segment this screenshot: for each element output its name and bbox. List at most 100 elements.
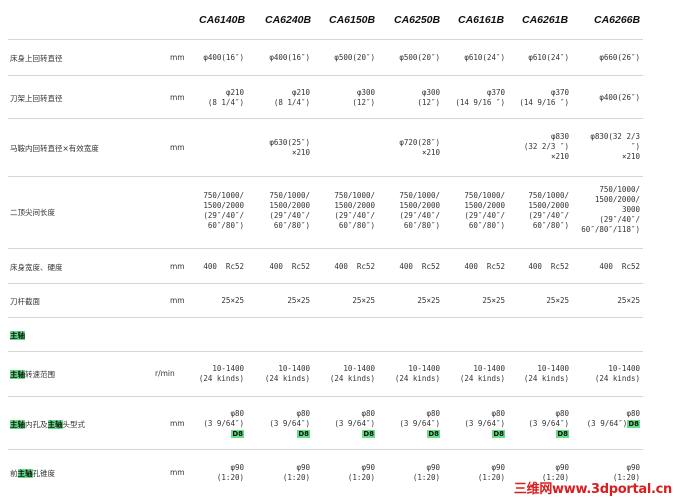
table-cell: φ370 (14 9/16 ″): [455, 88, 505, 107]
table-cell: φ610(24″): [528, 53, 569, 62]
keyword-highlight: 主轴: [10, 420, 25, 429]
label-text: 前: [10, 469, 18, 478]
table-cell: 10-1400 (24 kinds): [264, 364, 310, 383]
keyword-highlight: 主轴: [47, 420, 63, 429]
table-cell: φ210 (8 1/4″): [207, 88, 244, 107]
table-cell: 25×25: [482, 296, 505, 305]
keyword-highlight: 主轴: [17, 469, 33, 478]
table-cell: φ400(16″): [269, 53, 310, 62]
table-cell: φ80 (3 9/64″) D8: [376, 409, 440, 439]
cell-value: φ80 (3 9/64″): [269, 409, 310, 428]
row-divider: [8, 317, 643, 318]
table-cell: φ90 (1:20): [282, 463, 310, 482]
row-divider: [8, 75, 643, 76]
table-cell: 10-1400 (24 kinds): [523, 364, 569, 383]
row-divider: [8, 449, 643, 450]
table-cell: φ720(28″) ×210: [399, 138, 440, 157]
row-label: 刀架上回转直径: [10, 94, 63, 103]
table-cell: 400 Rc52: [269, 262, 310, 271]
table-cell: φ80 (3 9/64″) D8: [180, 409, 244, 439]
section-title-text: 主轴: [10, 331, 25, 340]
table-cell: φ90 (1:20): [347, 463, 375, 482]
cell-value: φ80 (3 9/64″): [203, 409, 244, 428]
keyword-highlight: 主轴: [10, 370, 25, 379]
label-text: 转速范围: [25, 370, 55, 379]
table-cell: 25×25: [546, 296, 569, 305]
table-cell: φ300 (12″): [352, 88, 375, 107]
table-cell: 750/1000/ 1500/2000 (29″/40″/ 60″/80″): [464, 191, 505, 230]
label-text: 内孔及: [25, 420, 48, 429]
row-divider: [8, 396, 643, 397]
table-cell: 25×25: [221, 296, 244, 305]
table-cell: 25×25: [287, 296, 310, 305]
table-cell: 400 Rc52: [334, 262, 375, 271]
table-cell: 25×25: [417, 296, 440, 305]
table-cell: φ370 (14 9/16 ″): [519, 88, 569, 107]
site-watermark: 三维网www.3dportal.cn: [513, 482, 672, 497]
row-unit: r/min: [155, 369, 175, 378]
table-cell: 750/1000/ 1500/2000/ 3000 (29″/40″/ 60″/…: [581, 185, 640, 234]
section-title: 主轴: [10, 330, 25, 341]
code-badge: D8: [362, 430, 375, 438]
row-label: 刀杆截面: [10, 297, 40, 306]
model-header: CA6140B: [199, 14, 246, 26]
table-cell: 400 Rc52: [203, 262, 244, 271]
row-label: 前主轴孔锥度: [10, 468, 55, 479]
code-badge: D8: [427, 430, 440, 438]
cell-value: φ80 (3 9/64″): [334, 409, 375, 428]
table-cell: φ80 (3 9/64″) D8: [246, 409, 310, 439]
code-badge: D8: [492, 430, 505, 438]
table-cell: 400 Rc52: [464, 262, 505, 271]
row-label: 床身上回转直径: [10, 54, 63, 63]
table-cell: φ500(20″): [399, 53, 440, 62]
model-header: CA6150B: [329, 14, 376, 26]
cell-value: φ80 (3 9/64″): [464, 409, 505, 428]
table-cell: 10-1400 (24 kinds): [594, 364, 640, 383]
table-cell: 25×25: [352, 296, 375, 305]
model-header: CA6261B: [522, 14, 569, 26]
table-cell: 750/1000/ 1500/2000 (29″/40″/ 60″/80″): [399, 191, 440, 230]
code-badge: D8: [556, 430, 569, 438]
row-label: 二顶尖间长度: [10, 208, 55, 217]
table-cell: φ500(20″): [334, 53, 375, 62]
cell-value: φ80 (3 9/64″): [528, 409, 569, 428]
table-cell: 400 Rc52: [599, 262, 640, 271]
table-cell: 750/1000/ 1500/2000 (29″/40″/ 60″/80″): [269, 191, 310, 230]
table-cell: φ80 (3 9/64″) D8: [311, 409, 375, 439]
row-label: 主轴内孔及主轴头型式: [10, 419, 85, 430]
table-cell: 10-1400 (24 kinds): [198, 364, 244, 383]
model-header: CA6240B: [265, 14, 312, 26]
code-badge: D8: [297, 430, 310, 438]
label-text: 头型式: [62, 420, 86, 429]
row-divider: [8, 118, 643, 119]
model-header: CA6161B: [458, 14, 505, 26]
row-label: 主轴转速范围: [10, 369, 55, 380]
row-label: 马鞍内回转直径×有效宽度: [10, 144, 99, 153]
table-cell: φ90 (1:20): [216, 463, 244, 482]
table-cell: φ830 (32 2/3 ″) ×210: [523, 132, 569, 161]
table-cell: φ630(25″) ×210: [269, 138, 310, 157]
table-cell: 10-1400 (24 kinds): [329, 364, 375, 383]
table-cell: 750/1000/ 1500/2000 (29″/40″/ 60″/80″): [203, 191, 244, 230]
code-badge: D8: [231, 430, 244, 438]
table-cell: 10-1400 (24 kinds): [459, 364, 505, 383]
row-divider: [8, 351, 643, 352]
model-header: CA6250B: [394, 14, 441, 26]
table-cell: φ90 (1:20): [477, 463, 505, 482]
table-cell: φ830(32 2/3 ″) ×210: [590, 132, 640, 161]
table-cell: φ80 (3 9/64″)D8: [576, 409, 640, 429]
row-divider: [8, 176, 643, 177]
row-divider: [8, 248, 643, 249]
table-cell: φ80 (3 9/64″) D8: [505, 409, 569, 439]
row-label: 床身宽度、硬度: [10, 263, 63, 272]
row-divider: [8, 39, 643, 40]
table-cell: φ400(26″): [599, 93, 640, 102]
row-unit: mm: [170, 143, 185, 152]
table-cell: φ300 (12″): [417, 88, 440, 107]
table-cell: 25×25: [617, 296, 640, 305]
label-text: 孔锥度: [32, 469, 56, 478]
table-cell: φ660(26″): [599, 53, 640, 62]
table-cell: 10-1400 (24 kinds): [394, 364, 440, 383]
table-cell: φ400(16″): [203, 53, 244, 62]
row-divider: [8, 283, 643, 284]
